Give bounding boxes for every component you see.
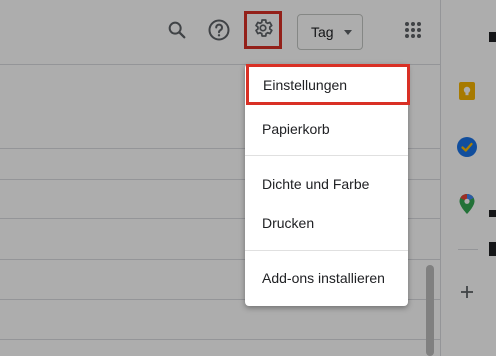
maps-button[interactable]	[455, 193, 479, 220]
tasks-button[interactable]	[455, 136, 479, 163]
search-icon	[166, 19, 188, 46]
edge-marker	[489, 32, 496, 42]
menu-item-install-addons[interactable]: Add-ons installieren	[245, 259, 408, 297]
menu-item-density-color[interactable]: Dichte und Farbe	[245, 165, 408, 203]
settings-button[interactable]	[244, 11, 282, 49]
view-selector[interactable]: Tag	[297, 14, 363, 50]
apps-button[interactable]	[395, 14, 431, 50]
menu-item-settings[interactable]: Einstellungen	[246, 64, 410, 105]
keep-icon	[457, 81, 477, 106]
gear-icon	[252, 17, 274, 44]
menu-item-label: Dichte und Farbe	[262, 176, 370, 192]
help-button[interactable]	[201, 14, 237, 50]
view-selector-label: Tag	[311, 24, 334, 40]
edge-marker	[489, 210, 496, 217]
menu-item-label: Einstellungen	[263, 76, 348, 93]
maps-icon	[458, 193, 476, 220]
menu-separator	[245, 155, 408, 156]
top-bar: Tag	[0, 0, 440, 65]
help-icon	[207, 18, 231, 47]
add-icon	[459, 284, 475, 305]
scrollbar[interactable]	[426, 265, 434, 356]
settings-menu: Einstellungen Papierkorb Dichte und Farb…	[245, 64, 410, 306]
keep-button[interactable]	[455, 81, 479, 105]
menu-item-print[interactable]: Drucken	[245, 204, 408, 242]
apps-grid-icon	[403, 20, 423, 45]
menu-item-trash[interactable]: Papierkorb	[245, 110, 408, 148]
menu-separator	[245, 250, 408, 251]
menu-item-label: Add-ons installieren	[262, 270, 385, 286]
menu-item-label: Drucken	[262, 215, 315, 231]
caret-down-icon	[344, 30, 352, 35]
edge-marker	[489, 242, 496, 256]
menu-item-label: Papierkorb	[262, 121, 330, 137]
side-panel-divider	[458, 249, 478, 250]
grid-line	[0, 339, 440, 340]
add-app-button[interactable]	[455, 282, 479, 306]
tasks-icon	[456, 136, 478, 163]
search-button[interactable]	[159, 14, 195, 50]
